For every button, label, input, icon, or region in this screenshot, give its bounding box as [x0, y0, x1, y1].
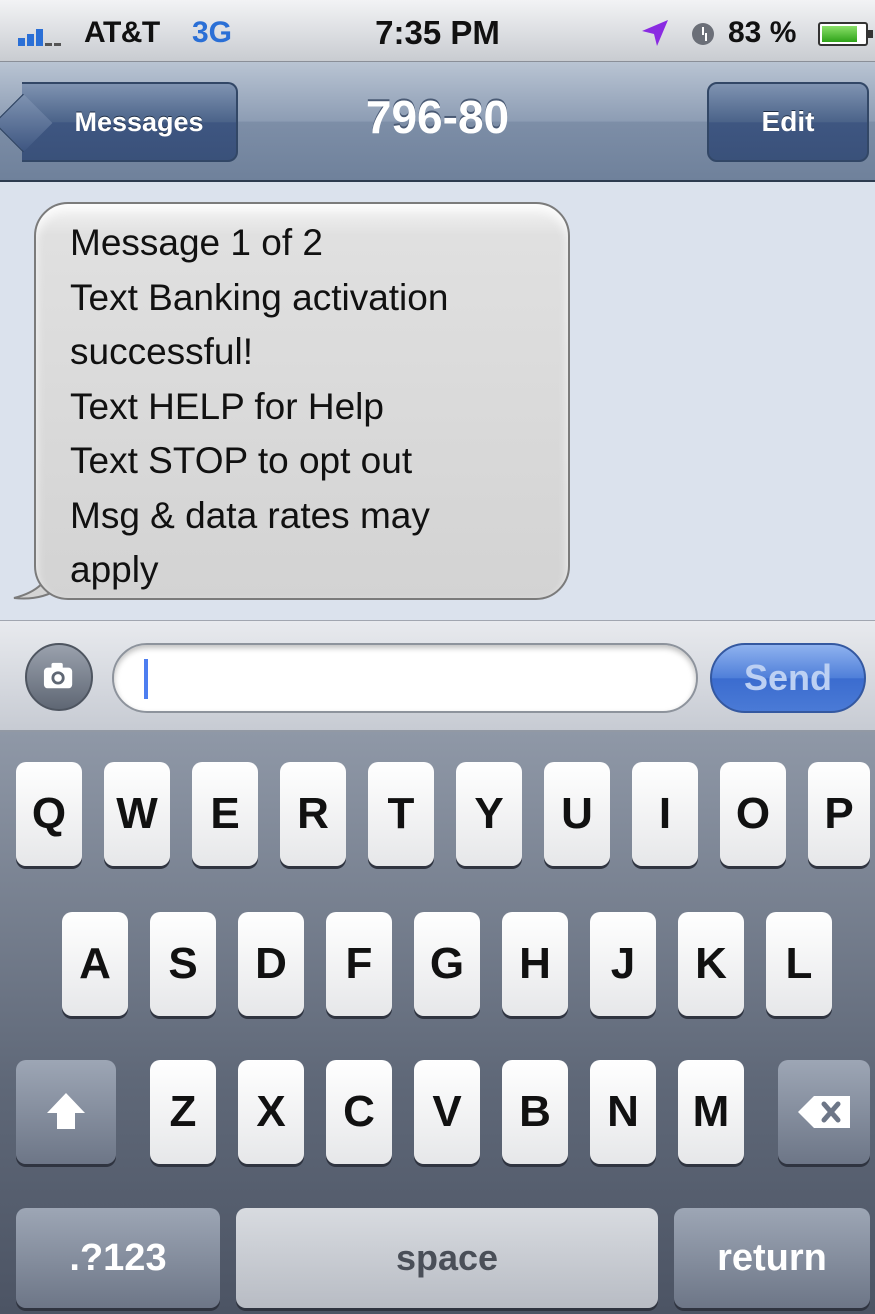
key-p[interactable]: P — [808, 762, 870, 866]
message-line: apply — [70, 549, 159, 590]
key-o[interactable]: O — [720, 762, 786, 866]
key-i[interactable]: I — [632, 762, 698, 866]
message-line: Text Banking activation — [70, 276, 449, 318]
key-y[interactable]: Y — [456, 762, 522, 866]
compose-bar: Send — [0, 620, 875, 732]
delete-key[interactable] — [778, 1060, 870, 1164]
shift-arrow-icon — [47, 1093, 85, 1129]
numbers-key[interactable]: .?123 — [16, 1208, 220, 1308]
battery-percentage: 83 % — [728, 16, 797, 49]
key-x[interactable]: X — [238, 1060, 304, 1164]
key-a[interactable]: A — [62, 912, 128, 1016]
alarm-clock-icon — [692, 23, 714, 45]
shift-key[interactable] — [16, 1060, 116, 1164]
message-line: Message 1 of 2 — [70, 222, 323, 263]
camera-button[interactable] — [25, 643, 93, 711]
message-line: successful! — [70, 331, 254, 372]
key-s[interactable]: S — [150, 912, 216, 1016]
key-u[interactable]: U — [544, 762, 610, 866]
message-input[interactable] — [112, 643, 698, 713]
return-key[interactable]: return — [674, 1208, 870, 1308]
battery-fill — [822, 26, 857, 42]
location-arrow-icon — [642, 20, 668, 46]
key-q[interactable]: Q — [16, 762, 82, 866]
key-c[interactable]: C — [326, 1060, 392, 1164]
message-line: Msg & data rates may — [70, 494, 430, 536]
key-w[interactable]: W — [104, 762, 170, 866]
navigation-bar: Messages 796-80 Edit — [0, 62, 875, 182]
text-cursor — [144, 659, 148, 699]
key-g[interactable]: G — [414, 912, 480, 1016]
key-m[interactable]: M — [678, 1060, 744, 1164]
key-z[interactable]: Z — [150, 1060, 216, 1164]
message-line: Text HELP for Help — [70, 385, 384, 427]
key-k[interactable]: K — [678, 912, 744, 1016]
battery-icon — [818, 22, 873, 46]
key-n[interactable]: N — [590, 1060, 656, 1164]
key-e[interactable]: E — [192, 762, 258, 866]
keyboard: Q W E R T Y U I O P A S D F G H J K L Z … — [0, 732, 875, 1314]
key-l[interactable]: L — [766, 912, 832, 1016]
key-t[interactable]: T — [368, 762, 434, 866]
status-bar: AT&T 3G 7:35 PM 83 % — [0, 0, 875, 62]
received-message-bubble[interactable]: Message 1 of 2 Text Banking activation s… — [34, 202, 570, 600]
key-r[interactable]: R — [280, 762, 346, 866]
key-j[interactable]: J — [590, 912, 656, 1016]
key-f[interactable]: F — [326, 912, 392, 1016]
key-b[interactable]: B — [502, 1060, 568, 1164]
edit-button[interactable]: Edit — [707, 82, 869, 162]
send-button[interactable]: Send — [710, 643, 866, 713]
space-key[interactable]: space — [236, 1208, 658, 1308]
key-v[interactable]: V — [414, 1060, 480, 1164]
backspace-icon — [798, 1096, 850, 1128]
message-thread[interactable]: Message 1 of 2 Text Banking activation s… — [0, 182, 875, 620]
key-d[interactable]: D — [238, 912, 304, 1016]
message-line: Text STOP to opt out — [70, 440, 413, 481]
key-h[interactable]: H — [502, 912, 568, 1016]
camera-icon — [43, 662, 73, 689]
